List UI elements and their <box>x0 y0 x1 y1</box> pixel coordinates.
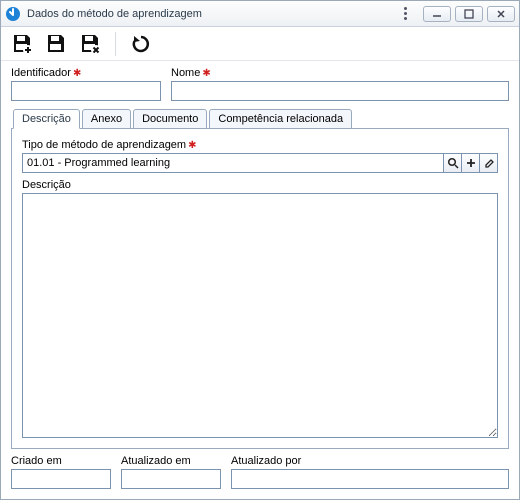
name-label: Nome <box>171 67 200 79</box>
tab-descricao[interactable]: Descrição <box>13 109 80 129</box>
tab-documento[interactable]: Documento <box>133 109 207 129</box>
created-at-label: Criado em <box>11 455 111 467</box>
save-and-new-button[interactable] <box>9 31 35 57</box>
identifier-input[interactable] <box>11 81 161 101</box>
modal-window: Dados do método de aprendizagem <box>0 0 520 500</box>
eraser-icon <box>483 157 495 169</box>
window-title: Dados do método de aprendizagem <box>27 8 397 20</box>
plus-icon <box>465 157 477 169</box>
tab-anexo[interactable]: Anexo <box>82 109 131 129</box>
created-at-field <box>11 469 111 489</box>
method-type-input[interactable] <box>22 153 444 173</box>
titlebar: Dados do método de aprendizagem <box>1 1 519 27</box>
search-icon <box>447 157 459 169</box>
save-and-delete-button[interactable] <box>77 31 103 57</box>
updated-at-label: Atualizado em <box>121 455 221 467</box>
lookup-search-button[interactable] <box>444 153 462 173</box>
floppy-icon <box>45 33 67 55</box>
lookup-add-button[interactable] <box>462 153 480 173</box>
name-input[interactable] <box>171 81 509 101</box>
maximize-button[interactable] <box>455 6 483 22</box>
required-mark-icon: ✱ <box>202 68 210 79</box>
close-button[interactable] <box>487 6 515 22</box>
tabstrip: Descrição Anexo Documento Competência re… <box>11 107 509 129</box>
floppy-x-icon <box>79 33 101 55</box>
description-textarea[interactable] <box>22 193 498 438</box>
toolbar-separator <box>115 32 116 56</box>
toolbar <box>1 27 519 61</box>
lookup-clear-button[interactable] <box>480 153 498 173</box>
method-type-label: Tipo de método de aprendizagem <box>22 139 186 151</box>
floppy-plus-icon <box>11 33 33 55</box>
required-mark-icon: ✱ <box>188 140 196 151</box>
updated-by-field <box>231 469 509 489</box>
refresh-icon <box>130 33 152 55</box>
identifier-label: Identificador <box>11 67 71 79</box>
updated-by-label: Atualizado por <box>231 455 509 467</box>
description-label: Descrição <box>22 179 71 191</box>
tab-competencia[interactable]: Competência relacionada <box>209 109 352 129</box>
minimize-button[interactable] <box>423 6 451 22</box>
app-icon <box>5 6 21 22</box>
tabpanel-descricao: Tipo de método de aprendizagem ✱ <box>11 129 509 449</box>
refresh-button[interactable] <box>128 31 154 57</box>
required-mark-icon: ✱ <box>73 68 81 79</box>
more-button[interactable] <box>397 4 413 24</box>
form-body: Identificador ✱ Nome ✱ Descrição Anexo D… <box>1 61 519 499</box>
updated-at-field <box>121 469 221 489</box>
save-button[interactable] <box>43 31 69 57</box>
